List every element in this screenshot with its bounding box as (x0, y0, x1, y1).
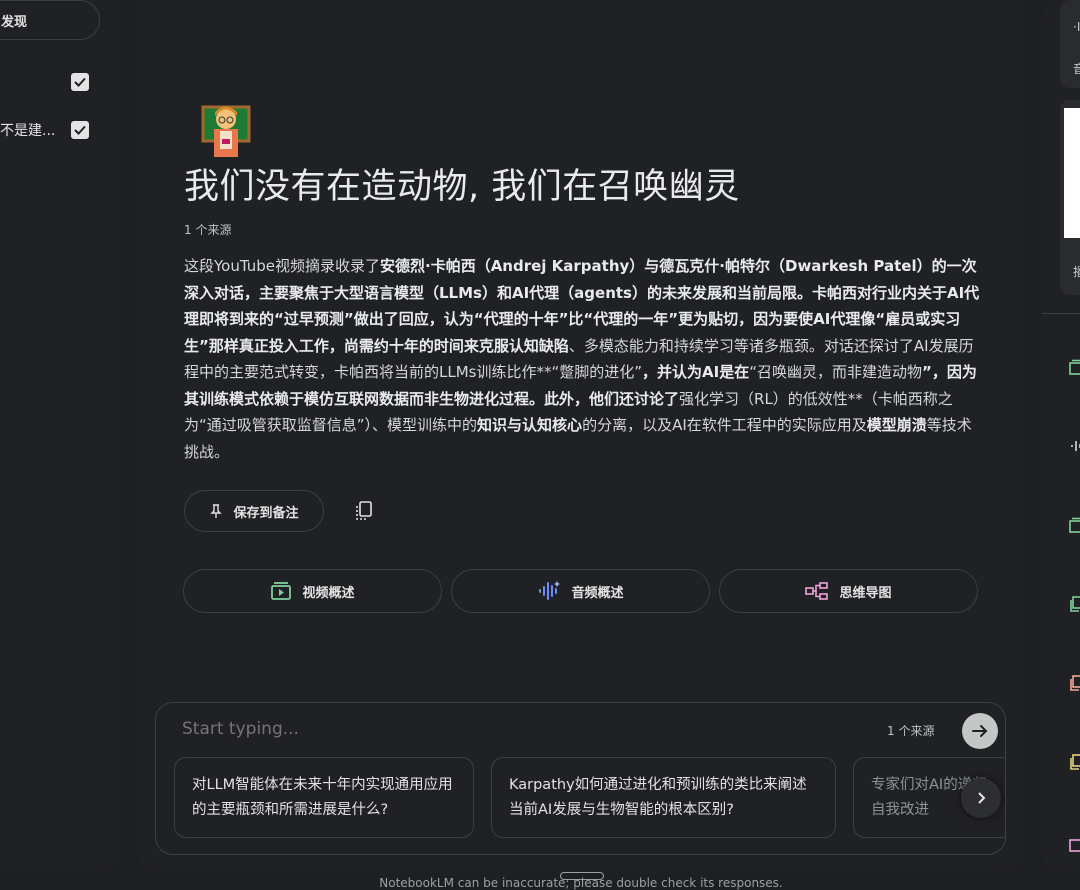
summary-segment: “召唤幽灵，而非建造动物 (749, 363, 922, 381)
chevron-right-icon (978, 792, 986, 804)
suggested-question-1[interactable]: 对LLM智能体在未来十年内实现通用应用的主要瓶颈和所需进展是什么? (174, 757, 474, 838)
studio-flashcards-icon[interactable] (1069, 675, 1080, 691)
notebook-title: 我们没有在造动物, 我们在召唤幽灵 (184, 167, 740, 207)
discover-label: 发现 (1, 15, 28, 30)
mindmap-button[interactable]: 思维导图 (719, 569, 978, 613)
source-item-checkbox[interactable] (71, 121, 89, 139)
summary-segment: 知识与认知核心 (477, 416, 583, 434)
summary-segment: ，并认为AI是在 (642, 363, 750, 381)
chat-panel: 我们没有在造动物, 我们在召唤幽灵 1 个来源 这段YouTube视频摘录收录了… (137, 0, 1024, 872)
audio-overview-label: 音频概述 (571, 585, 624, 601)
video-overview-button[interactable]: 视频概述 (183, 569, 442, 613)
source-item-label: 不是建... (0, 123, 56, 139)
audio-overview-button[interactable]: 音频概述 (451, 569, 710, 613)
select-all-checkbox[interactable] (71, 73, 89, 91)
sources-panel: 发现 不是建... (0, 0, 120, 872)
disclaimer-footer: NotebookLM can be inaccurate; please dou… (379, 876, 783, 890)
studio-more-icon[interactable] (1069, 836, 1080, 852)
studio-card-dots: ·I (1073, 20, 1080, 34)
studio-audio-card[interactable]: ·I 音 (1060, 0, 1080, 88)
notebook-summary: 这段YouTube视频摘录收录了安德烈·卡帕西（Andrej Karpathy）… (184, 253, 982, 465)
chat-composer: 1 个来源 对LLM智能体在未来十年内实现通用应用的主要瓶颈和所需进展是什么? … (155, 702, 1006, 855)
video-overview-label: 视频概述 (302, 585, 355, 601)
arrow-right-icon (972, 725, 988, 737)
studio-thumbnail (1064, 108, 1080, 238)
studio-report-icon[interactable] (1069, 596, 1080, 612)
studio-slides-icon[interactable] (1069, 517, 1080, 533)
video-overview-icon (271, 582, 292, 600)
pin-icon (210, 504, 223, 518)
summary-segment: 的分离，以及AI在软件工程中的实际应用及 (582, 416, 867, 434)
send-button[interactable] (962, 713, 998, 749)
studio-divider (1042, 313, 1080, 314)
audio-overview-icon (539, 581, 561, 600)
save-to-note-label: 保存到备注 (233, 505, 299, 521)
studio-video-icon[interactable] (1069, 359, 1080, 375)
summary-segment: 这段YouTube视频摘录收录了 (184, 257, 380, 275)
save-to-note-button[interactable]: 保存到备注 (184, 490, 324, 532)
studio-audio-icon[interactable] (1069, 438, 1080, 454)
mindmap-label: 思维导图 (839, 585, 892, 601)
chat-input[interactable] (182, 719, 782, 739)
source-count: 1 个来源 (184, 223, 232, 237)
studio-panel: ·I 音 播 (1042, 0, 1080, 872)
copy-icon[interactable] (351, 498, 377, 524)
mindmap-icon (805, 582, 829, 600)
summary-segment: 模型崩溃 (866, 416, 927, 434)
studio-card-text: 音 (1073, 62, 1080, 76)
summary-segment: 安德烈·卡帕西（Andrej Karpathy）与德瓦克什·帕特尔（Dwarke… (380, 257, 932, 275)
next-suggestions-button[interactable] (961, 778, 1001, 818)
suggested-question-2[interactable]: Karpathy如何通过进化和预训练的类比来阐述当前AI发展与生物智能的根本区别… (491, 757, 836, 838)
teacher-emoji-icon (201, 105, 251, 157)
composer-source-count: 1 个来源 (887, 724, 935, 738)
studio-quiz-icon[interactable] (1069, 754, 1080, 770)
discover-sources-button[interactable]: 发现 (0, 0, 100, 40)
studio-card-text-2: 播 (1073, 265, 1080, 279)
